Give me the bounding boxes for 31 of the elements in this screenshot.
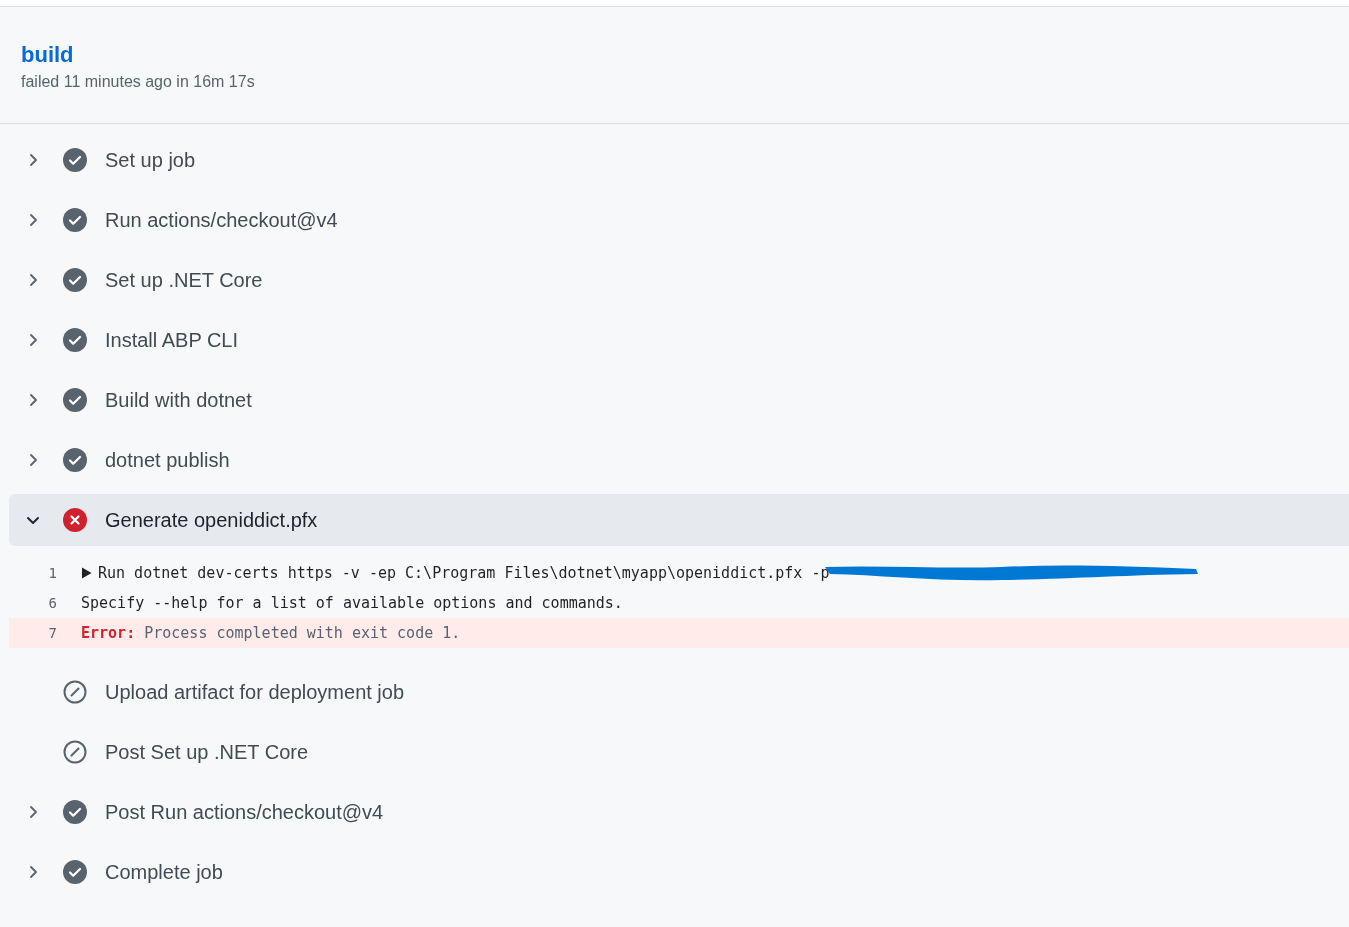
step-header[interactable]: Set up job xyxy=(9,134,1349,186)
step-name: Post Set up .NET Core xyxy=(105,740,309,764)
line-number: 1 xyxy=(47,565,58,581)
step-name: Build with dotnet xyxy=(105,388,252,412)
step-header[interactable]: dotnet publish xyxy=(9,434,1349,486)
step-name: Set up .NET Core xyxy=(105,268,263,292)
step-header[interactable]: Build with dotnet xyxy=(9,374,1349,426)
step-name: Complete job xyxy=(105,860,223,884)
step-name: Upload artifact for deployment job xyxy=(105,680,405,704)
step-name: Run actions/checkout@v4 xyxy=(105,208,338,232)
step-name: Post Run actions/checkout@v4 xyxy=(105,800,384,824)
job-summary: failed 11 minutes ago in 16m 17s xyxy=(21,72,256,92)
step-name: dotnet publish xyxy=(105,448,230,472)
line-number: 7 xyxy=(47,625,58,641)
line-number: 6 xyxy=(47,595,58,611)
step-header[interactable]: Complete job xyxy=(9,846,1349,898)
expand-triangle-icon[interactable] xyxy=(81,567,92,579)
step-name: Generate openiddict.pfx xyxy=(105,508,318,532)
log-line: Error: Process completed with exit code 1. xyxy=(81,624,461,642)
step-header[interactable]: Upload artifact for deployment job xyxy=(9,666,1349,718)
step-header[interactable]: Install ABP CLI xyxy=(9,314,1349,366)
step-header[interactable]: Generate openiddict.pfx xyxy=(9,494,1349,546)
log-line: Run dotnet dev-certs https -v -ep C:\Program Files\dotnet\myapp\openiddict.pfx -p xyxy=(98,564,830,582)
step-header[interactable]: Run actions/checkout@v4 xyxy=(9,194,1349,246)
job-title-link[interactable]: build xyxy=(21,41,74,69)
step-header[interactable]: Set up .NET Core xyxy=(9,254,1349,306)
step-name: Install ABP CLI xyxy=(105,328,239,352)
step-name: Set up job xyxy=(105,148,196,172)
step-header[interactable]: Post Set up .NET Core xyxy=(9,726,1349,778)
step-header[interactable]: Post Run actions/checkout@v4 xyxy=(9,786,1349,838)
log-line: Specify --help for a list of available options and commands. xyxy=(81,594,623,612)
